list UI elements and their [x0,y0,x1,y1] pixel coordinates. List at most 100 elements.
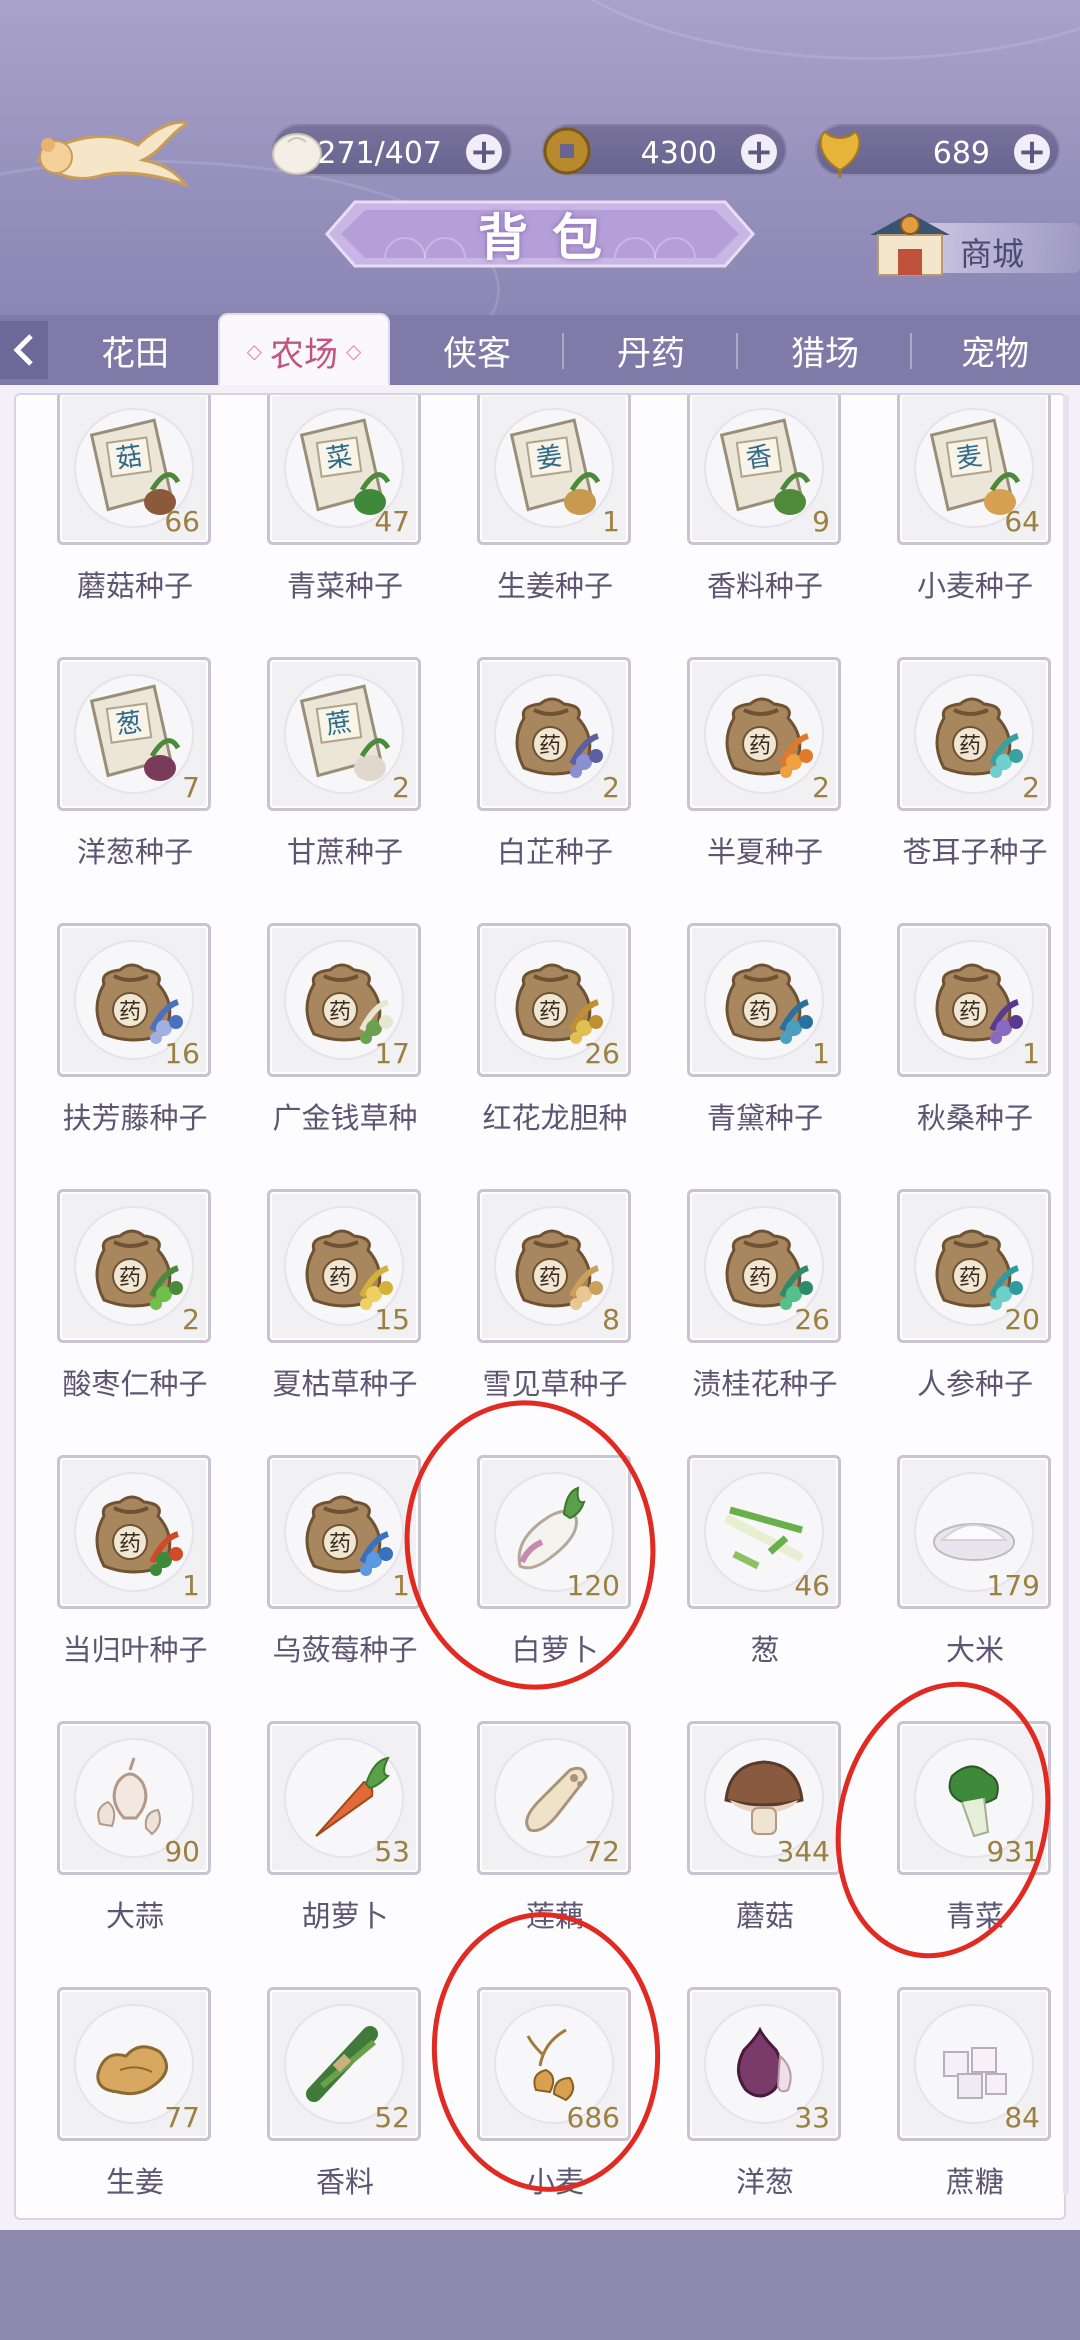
inventory-item[interactable]: 药 1 秋桑种子 [855,923,1064,1189]
item-card[interactable]: 药 2 [687,657,841,811]
inventory-item[interactable]: 33 洋葱 [645,1987,855,2218]
item-quantity: 1 [812,1037,830,1070]
inventory-item[interactable]: 香 9 香料种子 [645,395,855,657]
inventory-item[interactable]: 77 生姜 [16,1987,225,2218]
item-card[interactable]: 香 9 [687,395,841,545]
coin-icon [543,127,591,175]
item-card[interactable]: 46 [687,1455,841,1609]
item-name: 小麦种子 [916,569,1033,603]
item-card[interactable]: 药 26 [477,923,631,1077]
item-card[interactable]: 蔗 2 [267,657,421,811]
svg-text:药: 药 [539,1000,561,1025]
inventory-item[interactable]: 药 26 红花龙胆种 [435,923,645,1189]
item-card[interactable]: 药 1 [687,923,841,1077]
inventory-item[interactable]: 药 1 乌蔹莓种子 [225,1455,435,1721]
svg-text:蔗: 蔗 [324,707,354,740]
inventory-item[interactable]: 药 1 青黛种子 [645,923,855,1189]
item-card[interactable]: 菇 66 [57,395,211,545]
stamina-counter: 271/407 + [272,124,512,176]
diamond-icon: ◇ [246,339,262,363]
inventory-item[interactable]: 菜 47 青菜种子 [225,395,435,657]
inventory-item[interactable]: 药 16 扶芳藤种子 [16,923,225,1189]
inventory-item[interactable]: 药 26 渍桂花种子 [645,1189,855,1455]
tab-flower-field[interactable]: 花田 [48,315,222,385]
item-card[interactable]: 姜 1 [477,395,631,545]
tab-pills[interactable]: 丹药 [564,315,738,385]
tab-pets[interactable]: 宠物 [908,315,1080,385]
inventory-item[interactable]: 52 香料 [225,1987,435,2218]
item-card[interactable]: 葱 7 [57,657,211,811]
item-name: 葱 [750,1633,780,1667]
svg-text:药: 药 [959,1266,981,1291]
tab-farm[interactable]: ◇ 农场 ◇ [218,313,390,387]
item-card[interactable]: 90 [57,1721,211,1875]
inventory-item[interactable]: 53 胡萝卜 [225,1721,435,1987]
scrollbar[interactable] [1063,395,1069,2195]
item-card[interactable]: 33 [687,1987,841,2141]
item-card[interactable]: 药 2 [477,657,631,811]
item-name: 生姜 [105,2165,164,2199]
item-card[interactable]: 72 [477,1721,631,1875]
item-card[interactable]: 344 [687,1721,841,1875]
item-quantity: 47 [374,505,410,538]
item-quantity: 66 [164,505,200,538]
inventory-item[interactable]: 药 15 夏枯草种子 [225,1189,435,1455]
item-card[interactable]: 药 8 [477,1189,631,1343]
item-card[interactable]: 179 [897,1455,1051,1609]
ginkgo-leaf-icon [819,130,861,178]
item-card[interactable]: 53 [267,1721,421,1875]
inventory-item[interactable]: 葱 7 洋葱种子 [16,657,225,923]
shop-button[interactable]: 商城 [860,205,1080,285]
add-ginkgo-button[interactable]: + [1014,134,1050,170]
item-card[interactable]: 药 1 [267,1455,421,1609]
inventory-item[interactable]: 菇 66 蘑菇种子 [16,395,225,657]
item-name: 生姜种子 [496,569,613,603]
item-quantity: 2 [812,771,830,804]
ginkgo-counter: 689 + [815,124,1060,178]
shop-icon [870,213,950,276]
svg-text:药: 药 [119,1532,141,1557]
back-button[interactable] [0,321,48,379]
tab-hunting[interactable]: 猎场 [738,315,912,385]
inventory-item[interactable]: 药 2 苍耳子种子 [855,657,1064,923]
inventory-item[interactable]: 84 蔗糖 [855,1987,1064,2218]
tab-label: 丹药 [617,333,685,374]
inventory-item[interactable]: 蔗 2 甘蔗种子 [225,657,435,923]
item-quantity: 1 [1022,1037,1040,1070]
item-card[interactable]: 麦 64 [897,395,1051,545]
item-card[interactable]: 药 2 [897,657,1051,811]
inventory-item[interactable]: 姜 1 生姜种子 [435,395,645,657]
item-card[interactable]: 77 [57,1987,211,2141]
item-quantity: 72 [584,1835,620,1868]
item-card[interactable]: 药 20 [897,1189,1051,1343]
item-name: 夏枯草种子 [272,1367,418,1401]
item-card[interactable]: 菜 47 [267,395,421,545]
add-copper-button[interactable]: + [741,134,777,170]
item-quantity: 53 [374,1835,410,1868]
item-card[interactable]: 药 17 [267,923,421,1077]
inventory-item[interactable]: 药 20 人参种子 [855,1189,1064,1455]
item-card[interactable]: 52 [267,1987,421,2141]
item-name: 扶芳藤种子 [62,1101,208,1135]
inventory-item[interactable]: 药 2 白芷种子 [435,657,645,923]
inventory-item[interactable]: 344 蘑菇 [645,1721,855,1987]
inventory-item[interactable]: 药 2 酸枣仁种子 [16,1189,225,1455]
inventory-item[interactable]: 药 2 半夏种子 [645,657,855,923]
item-card[interactable]: 药 15 [267,1189,421,1343]
item-quantity: 344 [776,1835,830,1868]
inventory-item[interactable]: 麦 64 小麦种子 [855,395,1064,657]
inventory-item[interactable]: 46 葱 [645,1455,855,1721]
inventory-item[interactable]: 90 大蒜 [16,1721,225,1987]
svg-text:葱: 葱 [114,707,144,740]
tab-heroes[interactable]: 侠客 [390,315,564,385]
item-card[interactable]: 药 26 [687,1189,841,1343]
inventory-item[interactable]: 药 17 广金钱草种 [225,923,435,1189]
inventory-item[interactable]: 药 1 当归叶种子 [16,1455,225,1721]
item-card[interactable]: 药 1 [897,923,1051,1077]
add-stamina-button[interactable]: + [466,134,502,170]
item-card[interactable]: 药 16 [57,923,211,1077]
item-name: 渍桂花种子 [692,1367,838,1401]
item-card[interactable]: 药 1 [57,1455,211,1609]
item-card[interactable]: 药 2 [57,1189,211,1343]
item-card[interactable]: 84 [897,1987,1051,2141]
